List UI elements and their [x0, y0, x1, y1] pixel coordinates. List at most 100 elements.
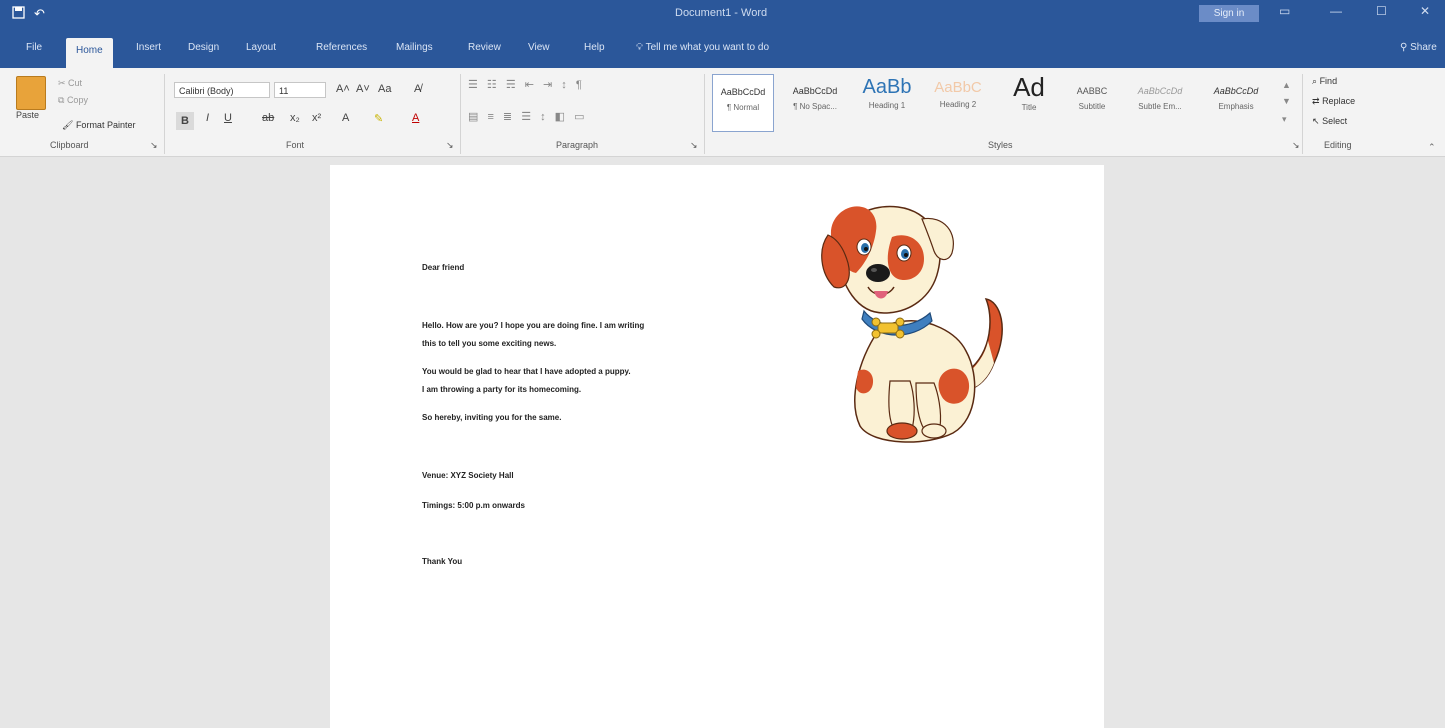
group-divider — [164, 74, 165, 154]
highlight-color-icon[interactable]: ✎ — [374, 112, 383, 125]
person-icon: ⚲ — [1400, 42, 1408, 53]
paragraph-2-line-1: You would be glad to hear that I have ad… — [422, 367, 631, 376]
shrink-font-icon[interactable]: A˅ — [356, 83, 370, 95]
style-heading-2[interactable]: AaBbC Heading 2 — [926, 74, 990, 130]
share-button[interactable]: ⚲ Share — [1400, 42, 1437, 53]
paste-button[interactable]: Paste — [16, 110, 39, 120]
paragraph-1-line-1: Hello. How are you? I hope you are doing… — [422, 321, 645, 330]
tell-me-search[interactable]: 💡︎ Tell me what you want to do — [636, 42, 769, 53]
tab-home[interactable]: Home — [66, 38, 113, 68]
tab-help[interactable]: Help — [584, 42, 605, 53]
group-divider — [1302, 74, 1303, 154]
undo-icon[interactable]: ↶ — [34, 6, 45, 22]
style-name: Heading 1 — [868, 101, 906, 110]
change-case-icon[interactable]: Aa — [378, 83, 391, 95]
format-painter-label: Format Painter — [75, 120, 136, 130]
style-preview: AaBbC — [934, 79, 982, 96]
tab-layout[interactable]: Layout — [246, 42, 276, 53]
copy-button[interactable]: ⧉ Copy — [58, 95, 88, 106]
find-label: Find — [1319, 76, 1338, 86]
group-divider — [704, 74, 705, 154]
minimize-icon[interactable]: — — [1330, 4, 1342, 18]
paragraph-3: So hereby, inviting you for the same. — [422, 413, 562, 422]
style-subtle-emphasis[interactable]: AaBbCcDd Subtle Em... — [1126, 74, 1194, 130]
subscript-button[interactable]: x₂ — [290, 112, 300, 124]
ribbon-home: Paste ✂ Cut ⧉ Copy 🖌︎ Format Painter Cli… — [0, 68, 1445, 157]
paragraph-group-label: Paragraph — [556, 140, 599, 150]
copy-label: Copy — [66, 95, 88, 105]
font-launcher-icon[interactable]: ↘ — [446, 140, 454, 151]
replace-label: Replace — [1322, 96, 1356, 106]
styles-group-label: Styles — [988, 140, 1013, 150]
venue-text: Venue: XYZ Society Hall — [422, 471, 514, 480]
paragraph-align-buttons[interactable]: ▤ ≡ ≣ ☰ ↕ ◧ ▭ — [468, 110, 688, 130]
styles-launcher-icon[interactable]: ↘ — [1292, 140, 1300, 151]
clipboard-launcher-icon[interactable]: ↘ — [150, 140, 158, 151]
tab-file[interactable]: File — [26, 42, 42, 53]
styles-scroll-down-icon[interactable]: ▼ — [1282, 96, 1291, 106]
collapse-ribbon-icon[interactable]: ⌃ — [1428, 142, 1436, 153]
styles-scroll-up-icon[interactable]: ▲ — [1282, 80, 1291, 90]
paragraph-2-line-2: I am throwing a party for its homecoming… — [422, 385, 582, 394]
quick-access-toolbar[interactable] — [78, 7, 128, 19]
style-name: Subtle Em... — [1138, 102, 1182, 111]
tab-design[interactable]: Design — [188, 42, 219, 53]
style-title[interactable]: Ad Title — [996, 72, 1062, 130]
styles-gallery: AaBbCcDd ¶ Normal AaBbCcDd ¶ No Spac... … — [710, 72, 1280, 134]
sign-in-button[interactable]: Sign in — [1199, 5, 1259, 22]
document-page[interactable]: Dear friend Hello. How are you? I hope y… — [330, 165, 1104, 728]
maximize-icon[interactable]: ☐ — [1376, 4, 1387, 18]
puppy-image[interactable] — [818, 201, 1018, 451]
font-group-label: Font — [286, 140, 305, 150]
tab-review[interactable]: Review — [468, 42, 501, 53]
close-icon[interactable]: ✕ — [1420, 4, 1430, 18]
style-no-spacing[interactable]: AaBbCcDd ¶ No Spac... — [782, 74, 848, 130]
save-icon[interactable] — [12, 6, 25, 22]
font-color-icon[interactable]: A — [412, 112, 419, 124]
tab-references[interactable]: References — [316, 42, 367, 53]
grow-font-icon[interactable]: A˄ — [336, 83, 350, 95]
bold-button[interactable]: B — [176, 112, 194, 130]
style-preview: AaBbCcDd — [720, 87, 766, 97]
paragraph-list-buttons[interactable]: ☰ ☷ ☴ ⇤ ⇥ ↕ ¶ — [468, 78, 688, 98]
style-name: Title — [1021, 103, 1037, 112]
font-name-select[interactable]: Calibri (Body) — [174, 82, 270, 98]
clipboard-group-label: Clipboard — [50, 140, 89, 150]
document-title: Document1 - Word — [675, 7, 768, 19]
tab-mailings[interactable]: Mailings — [396, 42, 433, 53]
style-emphasis[interactable]: AaBbCcDd Emphasis — [1204, 74, 1268, 130]
tab-view[interactable]: View — [528, 42, 550, 53]
style-normal[interactable]: AaBbCcDd ¶ Normal — [712, 74, 774, 132]
style-subtitle[interactable]: AABBC Subtitle — [1066, 74, 1118, 130]
paragraph-launcher-icon[interactable]: ↘ — [690, 140, 698, 151]
superscript-button[interactable]: x² — [312, 112, 321, 124]
text-effects-icon[interactable]: A — [342, 112, 349, 124]
select-button[interactable]: ↖ Select — [1312, 116, 1347, 127]
tab-insert[interactable]: Insert — [136, 42, 161, 53]
replace-icon: ⇄ — [1312, 96, 1320, 106]
style-preview: AaBb — [862, 76, 912, 98]
greeting-text: Dear friend — [422, 263, 465, 272]
ribbon-tabs: File Home Insert Design Layout Reference… — [0, 28, 1445, 68]
italic-button[interactable]: I — [206, 112, 209, 124]
paste-icon[interactable] — [16, 76, 46, 110]
underline-button[interactable]: U — [224, 112, 232, 124]
replace-button[interactable]: ⇄ Replace — [1312, 96, 1355, 107]
style-preview: AaBbCcDd — [1137, 86, 1183, 96]
cut-button[interactable]: ✂ Cut — [58, 78, 82, 89]
format-painter-button[interactable]: 🖌︎ Format Painter — [62, 120, 135, 131]
style-preview: Ad — [1013, 72, 1045, 102]
find-button[interactable]: ⌕ Find — [1312, 76, 1337, 87]
strikethrough-button[interactable]: ab — [262, 112, 274, 124]
font-size-select[interactable]: 11 — [274, 82, 326, 98]
paragraph-1-line-2: this to tell you some exciting news. — [422, 339, 557, 348]
ribbon-display-options-icon[interactable]: ▭ — [1279, 4, 1290, 18]
lightbulb-icon: 💡︎ — [636, 42, 643, 53]
select-label: Select — [1322, 116, 1348, 126]
style-preview: AABBC — [1076, 86, 1108, 96]
clear-formatting-icon[interactable]: A̸ — [414, 83, 421, 95]
group-divider — [460, 74, 461, 154]
tell-me-label: Tell me what you want to do — [645, 42, 770, 53]
styles-more-icon[interactable]: ▾ — [1282, 114, 1287, 125]
style-heading-1[interactable]: AaBb Heading 1 — [854, 74, 920, 130]
